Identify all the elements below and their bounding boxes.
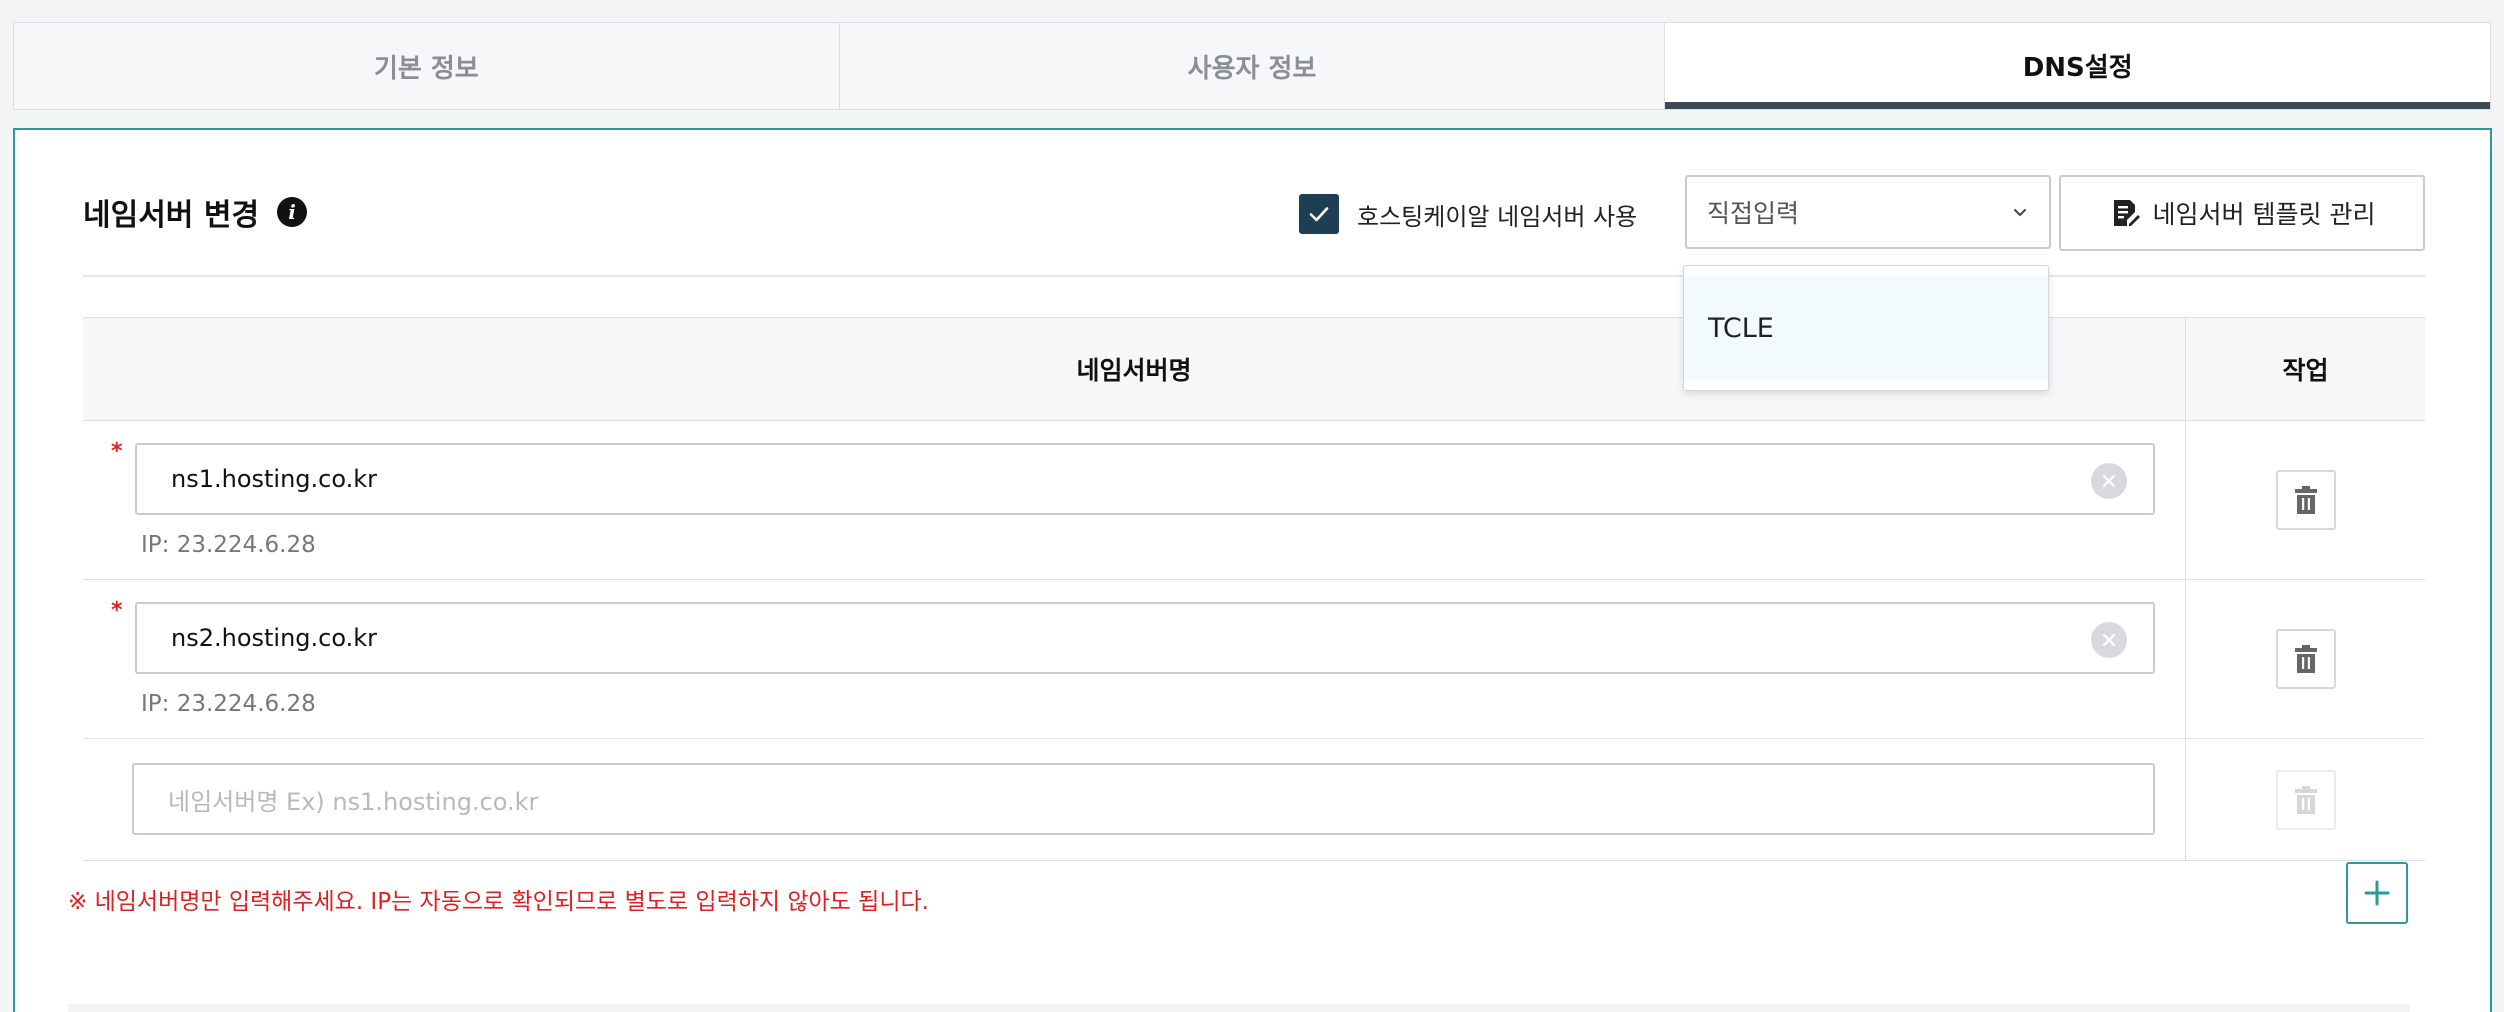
add-row-button[interactable] <box>2346 862 2408 924</box>
select-value: 직접입력 <box>1707 199 1800 228</box>
hosting-nameserver-checkbox[interactable] <box>1299 194 1339 234</box>
table-header: 네임서버명 작업 <box>83 317 2425 421</box>
dns-panel: 네임서버 변경 i 호스팅케이알 네임서버 사용 직접입력 네임서버 템플릿 관… <box>13 128 2492 1012</box>
nameserver-table: 네임서버명 작업 * ns1.hosting.co.kr IP: 23.224.… <box>83 317 2425 861</box>
table-row: 네임서버명 Ex) ns1.hosting.co.kr <box>83 739 2425 861</box>
trash-icon <box>2294 645 2317 673</box>
divider <box>83 275 2425 277</box>
check-icon <box>1309 207 1329 222</box>
ip-text: IP: 23.224.6.28 <box>141 532 316 558</box>
nameserver-notice: ※ 네임서버명만 입력해주세요. IP는 자동으로 확인되므로 별도로 입력하지… <box>68 889 929 915</box>
hosting-nameserver-option[interactable]: 호스팅케이알 네임서버 사용 <box>1299 194 1637 234</box>
manage-template-label: 네임서버 템플릿 관리 <box>2152 200 2376 229</box>
dropdown-option-tcle[interactable]: TCLE <box>1684 276 2048 380</box>
clear-icon[interactable] <box>2091 463 2127 499</box>
section-header: 네임서버 변경 i <box>83 190 308 234</box>
trash-icon <box>2294 486 2317 514</box>
nameserver-value: ns2.hosting.co.kr <box>171 624 378 652</box>
delete-row-button[interactable] <box>2275 769 2336 830</box>
tab-user-info[interactable]: 사용자 정보 <box>839 23 1666 109</box>
ip-text: IP: 23.224.6.28 <box>141 691 316 717</box>
tab-dns-settings[interactable]: DNS설정 <box>1665 23 2491 109</box>
edit-document-icon <box>2113 200 2140 226</box>
nameserver-template-select[interactable]: 직접입력 <box>1685 175 2051 249</box>
bottom-divider <box>68 1004 2410 1012</box>
delete-row-button[interactable] <box>2275 629 2336 689</box>
delete-row-button[interactable] <box>2275 470 2336 530</box>
nameserver-input-2[interactable]: ns2.hosting.co.kr <box>135 602 2155 674</box>
nameserver-input-new[interactable]: 네임서버명 Ex) ns1.hosting.co.kr <box>132 763 2155 835</box>
table-row: * ns1.hosting.co.kr IP: 23.224.6.28 <box>83 421 2425 580</box>
required-mark: * <box>111 598 123 623</box>
info-icon[interactable]: i <box>277 197 308 227</box>
section-title: 네임서버 변경 <box>83 198 260 233</box>
tab-basic-info[interactable]: 기본 정보 <box>14 23 840 109</box>
trash-icon <box>2294 785 2317 814</box>
required-mark: * <box>111 439 123 464</box>
hosting-nameserver-label: 호스팅케이알 네임서버 사용 <box>1357 202 1638 231</box>
header-action: 작업 <box>2282 356 2329 385</box>
clear-icon[interactable] <box>2091 622 2127 658</box>
tab-bar: 기본 정보 사용자 정보 DNS설정 <box>13 22 2491 110</box>
plus-icon <box>2364 880 2390 906</box>
table-row: * ns2.hosting.co.kr IP: 23.224.6.28 <box>83 580 2425 739</box>
nameserver-placeholder: 네임서버명 Ex) ns1.hosting.co.kr <box>168 787 539 816</box>
template-dropdown-menu: TCLE <box>1683 265 2049 391</box>
manage-template-button[interactable]: 네임서버 템플릿 관리 <box>2059 175 2425 251</box>
chevron-down-icon <box>2014 209 2026 217</box>
nameserver-value: ns1.hosting.co.kr <box>171 465 378 493</box>
nameserver-input-1[interactable]: ns1.hosting.co.kr <box>135 443 2155 515</box>
